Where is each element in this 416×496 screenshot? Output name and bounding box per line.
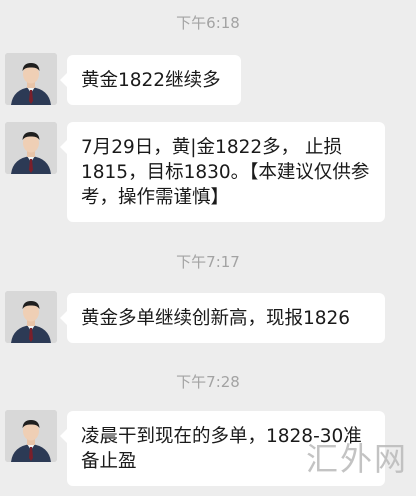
person-avatar-icon xyxy=(5,291,57,343)
person-avatar-icon xyxy=(5,410,57,462)
avatar[interactable] xyxy=(5,53,57,105)
avatar[interactable] xyxy=(5,291,57,343)
avatar[interactable] xyxy=(5,410,57,462)
timestamp-1: 下午6:18 xyxy=(176,14,240,32)
watermark-logo: 汇外网 xyxy=(305,440,408,478)
message-bubble[interactable]: 7月29日，黄|金1822多， 止损1815，目标1830。【本建议仅供参考，操… xyxy=(60,122,385,222)
message-bubble[interactable]: 黄金1822继续多 xyxy=(60,55,241,105)
person-avatar-icon xyxy=(5,122,57,174)
message-bubble[interactable]: 黄金多单继续创新高，现报1826 xyxy=(60,293,385,343)
avatar[interactable] xyxy=(5,122,57,174)
chat-view: 下午6:18 黄金1822继续多 7月29日，黄|金1822多， 止损1815，… xyxy=(0,0,416,496)
timestamp-3: 下午7:28 xyxy=(176,373,240,391)
timestamp-2: 下午7:17 xyxy=(176,253,240,271)
person-avatar-icon xyxy=(5,53,57,105)
